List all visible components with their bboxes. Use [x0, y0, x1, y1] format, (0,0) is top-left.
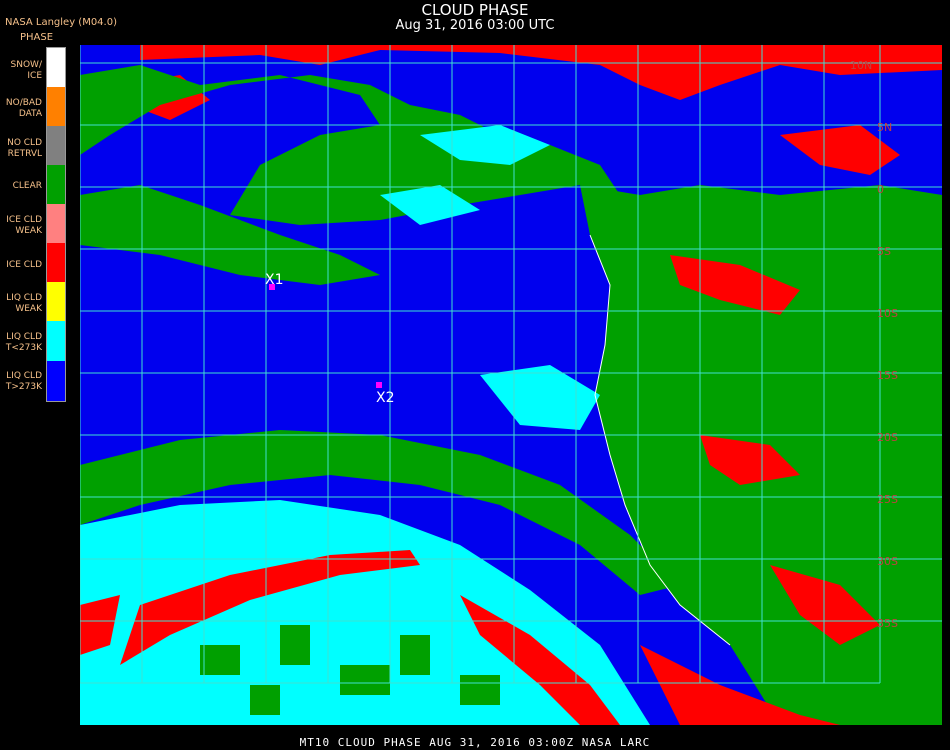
lat-label: 20S: [877, 431, 898, 444]
phase-legend: [46, 47, 66, 402]
lat-label: 5N: [877, 121, 892, 134]
legend-label-liq-warm: LIQ CLD T>273K: [5, 371, 42, 392]
legend-label-liq-cold: LIQ CLD T<273K: [5, 332, 42, 353]
legend-label-ice-weak: ICE CLD WEAK: [6, 215, 42, 236]
lat-label: 25S: [877, 493, 898, 506]
lat-label: 30S: [877, 555, 898, 568]
lat-label: 15S: [877, 369, 898, 382]
lat-label: 35S: [877, 617, 898, 630]
legend-swatch-no-retrieval: [47, 126, 65, 165]
legend-swatch-liq-warm: [47, 361, 65, 401]
legend-swatch-liq-weak: [47, 282, 65, 321]
footer-caption: MT10 CLOUD PHASE AUG 31, 2016 03:00Z NAS…: [299, 736, 651, 749]
legend-label-snow-ice: SNOW/ ICE: [10, 60, 42, 81]
legend-swatch-ice: [47, 243, 65, 282]
legend-heading: PHASE: [20, 32, 54, 43]
lat-label: 5S: [877, 245, 891, 258]
legend-label-clear: CLEAR: [12, 181, 42, 191]
legend-swatch-liq-cold: [47, 321, 65, 361]
legend-swatch-clear: [47, 165, 65, 204]
legend-label-liq-weak: LIQ CLD WEAK: [6, 293, 42, 314]
legend-swatch-snow-ice: [47, 48, 65, 87]
marker-x2-label: X2: [376, 390, 395, 406]
lat-label: 10S: [877, 307, 898, 320]
legend-swatch-bad-data: [47, 87, 65, 126]
map-subtitle: Aug 31, 2016 03:00 UTC: [395, 18, 555, 33]
lat-label: 10N: [850, 59, 872, 72]
cloud-phase-map: 10N 5N 0 5S 10S 15S 20S 25S 30S 35S X1 X…: [80, 45, 942, 725]
legend-label-ice: ICE CLD: [6, 260, 42, 270]
map-image: 10N 5N 0 5S 10S 15S 20S 25S 30S 35S X1 X…: [80, 45, 942, 725]
legend-label-no-retrieval: NO CLD RETRVL: [7, 138, 42, 159]
map-title: CLOUD PHASE: [421, 1, 529, 19]
legend-swatch-ice-weak: [47, 204, 65, 243]
marker-x2-dot: [376, 382, 382, 388]
legend-label-bad-data: NO/BAD DATA: [5, 98, 42, 119]
lat-label: 0: [877, 183, 884, 196]
marker-x1-label: X1: [265, 272, 284, 288]
